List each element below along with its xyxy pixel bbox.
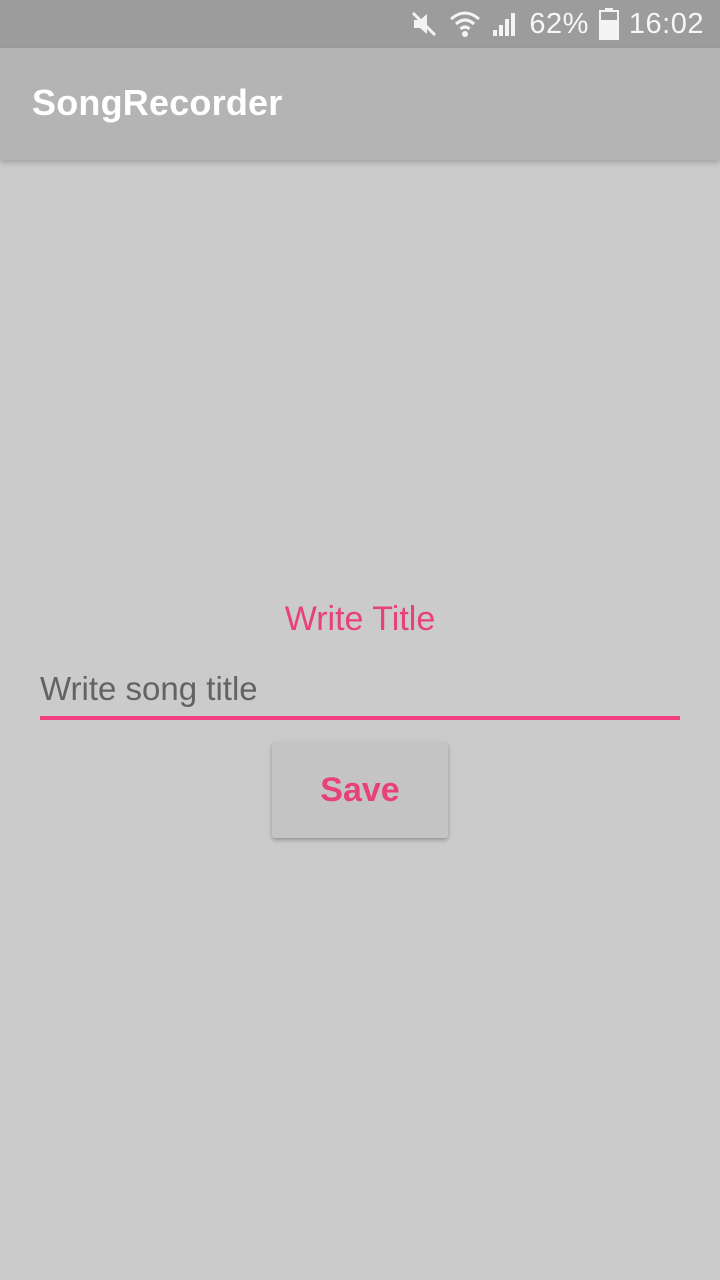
app-title: SongRecorder — [32, 82, 283, 123]
mute-icon — [409, 9, 439, 39]
signal-icon — [491, 10, 519, 38]
write-title-label: Write Title — [284, 600, 436, 638]
save-button[interactable]: Save — [272, 742, 448, 838]
clock: 16:02 — [628, 7, 704, 40]
battery-percent: 62% — [529, 7, 589, 40]
song-title-input[interactable] — [40, 662, 680, 720]
wifi-icon — [449, 9, 481, 39]
status-bar: 62% 16:02 — [0, 0, 720, 48]
app-bar: SongRecorder — [0, 48, 720, 160]
status-icons: 62% 16:02 — [409, 0, 704, 48]
battery-icon — [598, 8, 619, 40]
